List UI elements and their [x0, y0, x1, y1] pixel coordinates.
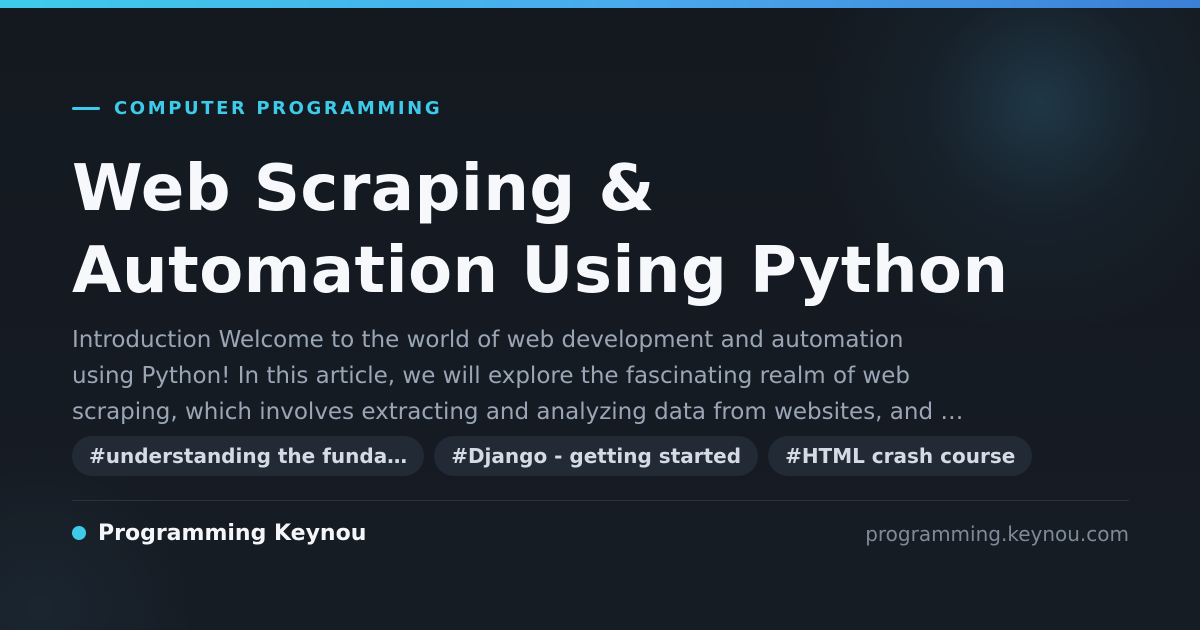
footer-divider	[72, 500, 1129, 501]
brand: Programming Keynou	[72, 519, 366, 547]
description-line: scraping, which involves extracting and …	[72, 399, 964, 425]
category-header: COMPUTER PROGRAMMING	[72, 96, 442, 120]
article-title: Web Scraping & Automation Using Python	[72, 148, 1132, 312]
card-content: COMPUTER PROGRAMMING Web Scraping & Auto…	[72, 0, 1132, 630]
description-line: Introduction Welcome to the world of web…	[72, 327, 904, 353]
tag-chip: #understanding the funda…	[72, 436, 425, 476]
brand-name: Programming Keynou	[98, 520, 367, 546]
tag-chip: #Django - getting started	[434, 436, 759, 476]
site-url: programming.keynou.com	[865, 522, 1129, 546]
description-line: using Python! In this article, we will e…	[72, 363, 910, 389]
article-description: Introduction Welcome to the world of web…	[72, 322, 1072, 430]
title-line: Automation Using Python	[72, 234, 1009, 308]
title-line: Web Scraping &	[72, 152, 655, 226]
tag-list: #understanding the funda… #Django - gett…	[72, 436, 1033, 476]
category-dash-icon	[72, 106, 100, 110]
brand-dot-icon	[72, 526, 86, 540]
category-label: COMPUTER PROGRAMMING	[114, 97, 443, 119]
tag-chip: #HTML crash course	[768, 436, 1033, 476]
